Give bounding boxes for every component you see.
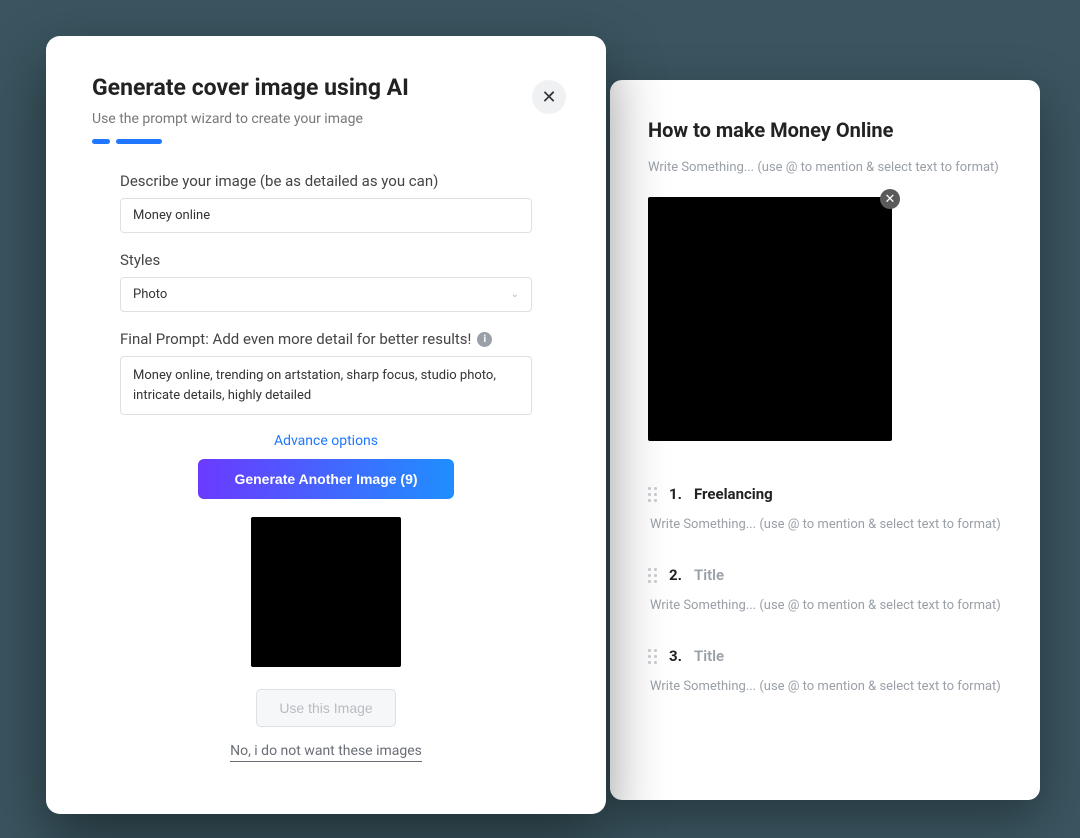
generate-button[interactable]: Generate Another Image (9)	[198, 459, 453, 499]
list-item-title[interactable]: Title	[694, 647, 724, 665]
close-icon: ✕	[885, 192, 896, 207]
info-icon[interactable]: i	[477, 332, 492, 347]
styles-value: Photo	[133, 287, 167, 302]
list-item[interactable]: 2. Title	[648, 566, 1002, 584]
final-prompt-label: Final Prompt: Add even more detail for b…	[120, 330, 532, 348]
reject-images-link[interactable]: No, i do not want these images	[230, 743, 422, 762]
styles-label: Styles	[120, 251, 532, 269]
cover-image[interactable]: ✕	[648, 197, 892, 441]
styles-select[interactable]: Photo ⌄	[120, 277, 532, 312]
document-editor-panel: How to make Money Online Write Something…	[610, 80, 1040, 800]
modal-title: Generate cover image using AI	[92, 74, 560, 101]
final-prompt-input[interactable]: Money online, trending on artstation, sh…	[120, 356, 532, 415]
advance-options-link[interactable]: Advance options	[120, 433, 532, 449]
describe-label: Describe your image (be as detailed as y…	[120, 172, 532, 190]
ai-image-modal: ✕ Generate cover image using AI Use the …	[46, 36, 606, 814]
use-image-button[interactable]: Use this Image	[256, 689, 395, 727]
drag-handle-icon[interactable]	[648, 649, 657, 664]
list-item[interactable]: 3. Title	[648, 647, 1002, 665]
list-item-body-placeholder[interactable]: Write Something... (use @ to mention & s…	[650, 679, 1002, 694]
drag-handle-icon[interactable]	[648, 487, 657, 502]
describe-input[interactable]	[120, 198, 532, 233]
remove-image-button[interactable]: ✕	[880, 189, 900, 209]
chevron-down-icon: ⌄	[511, 289, 519, 300]
list-item-number: 2.	[669, 566, 682, 584]
list-item-title[interactable]: Title	[694, 566, 724, 584]
close-icon: ✕	[541, 87, 556, 108]
list-item-number: 1.	[669, 485, 682, 503]
list-item-body-placeholder[interactable]: Write Something... (use @ to mention & s…	[650, 517, 1002, 532]
progress-indicator	[92, 139, 560, 144]
modal-subtitle: Use the prompt wizard to create your ima…	[92, 111, 560, 127]
list-item-title[interactable]: Freelancing	[694, 485, 773, 503]
list-item-number: 3.	[669, 647, 682, 665]
list-item[interactable]: 1. Freelancing	[648, 485, 1002, 503]
cover-image-thumbnail	[648, 197, 892, 441]
document-body-placeholder[interactable]: Write Something... (use @ to mention & s…	[648, 160, 1002, 175]
document-title[interactable]: How to make Money Online	[648, 118, 1002, 142]
preview-image[interactable]	[251, 517, 401, 667]
close-modal-button[interactable]: ✕	[532, 80, 566, 114]
list-item-body-placeholder[interactable]: Write Something... (use @ to mention & s…	[650, 598, 1002, 613]
drag-handle-icon[interactable]	[648, 568, 657, 583]
